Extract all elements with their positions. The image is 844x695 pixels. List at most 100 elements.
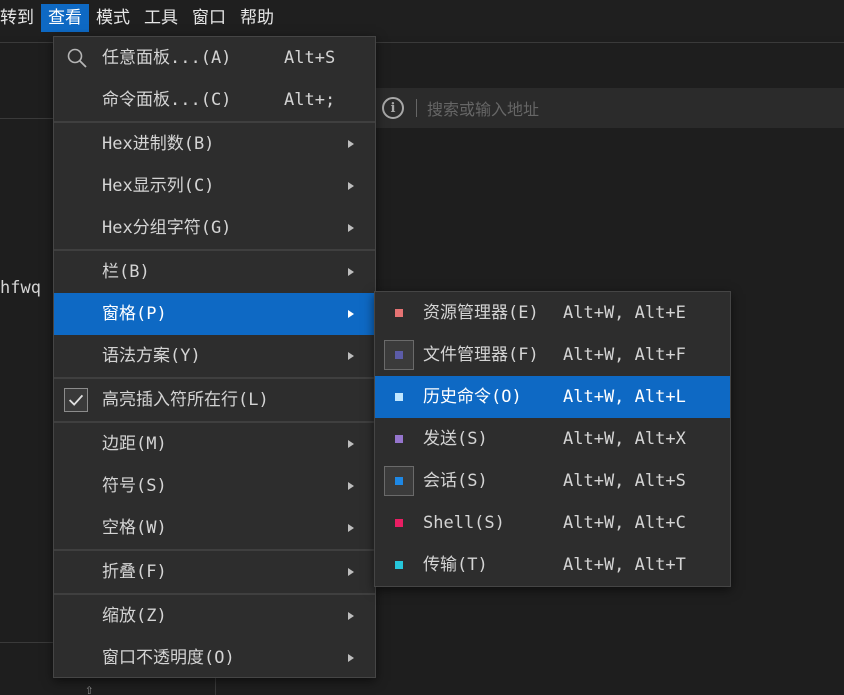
menu-item-any-panel[interactable]: 任意面板...(A) Alt+S [54, 37, 375, 79]
chevron-right-icon [348, 140, 354, 148]
menu-goto[interactable]: 转到 [0, 4, 41, 32]
submenu-item-label: 历史命令(O) [423, 387, 522, 407]
submenu-item-explorer[interactable]: 资源管理器(E) Alt+W, Alt+E [375, 292, 730, 334]
menu-item-bars[interactable]: 栏(B) [54, 251, 375, 293]
menu-item-label: 空格(W) [102, 518, 167, 538]
check-icon [68, 394, 84, 406]
submenu-item-shortcut: Alt+W, Alt+S [563, 471, 686, 491]
chevron-right-icon [348, 482, 354, 490]
pane-color-dot [395, 519, 403, 527]
submenu-item-label: 发送(S) [423, 429, 488, 449]
menu-mode[interactable]: 模式 [89, 4, 137, 32]
pane-color-dot [395, 393, 403, 401]
menu-view[interactable]: 查看 [41, 4, 89, 32]
menu-item-label: Hex进制数(B) [102, 134, 215, 154]
menu-item-hex-group-char[interactable]: Hex分组字符(G) [54, 207, 375, 249]
pane-icon [384, 508, 414, 538]
menu-window[interactable]: 窗口 [185, 4, 233, 32]
pane-icon [384, 298, 414, 328]
submenu-item-transfer[interactable]: 传输(T) Alt+W, Alt+T [375, 544, 730, 586]
menu-tools[interactable]: 工具 [137, 4, 185, 32]
submenu-item-send[interactable]: 发送(S) Alt+W, Alt+X [375, 418, 730, 460]
menu-item-symbols[interactable]: 符号(S) [54, 465, 375, 507]
menu-item-label: 窗口不透明度(O) [102, 648, 235, 668]
menu-item-hex-base[interactable]: Hex进制数(B) [54, 123, 375, 165]
divider [0, 642, 53, 643]
menu-item-whitespace[interactable]: 空格(W) [54, 507, 375, 549]
pane-color-dot [395, 477, 403, 485]
toolbar-icons: ⇧ [85, 682, 93, 695]
chevron-right-icon [348, 654, 354, 662]
address-separator [416, 99, 417, 117]
submenu-item-session[interactable]: 会话(S) Alt+W, Alt+S [375, 460, 730, 502]
pane-icon [384, 340, 414, 370]
menu-item-label: 命令面板...(C) [102, 90, 232, 110]
submenu-item-file-manager[interactable]: 文件管理器(F) Alt+W, Alt+F [375, 334, 730, 376]
upload-icon[interactable]: ⇧ [85, 682, 93, 695]
info-icon[interactable]: i [382, 97, 404, 119]
menu-item-label: 任意面板...(A) [102, 48, 232, 68]
menu-item-window-opacity[interactable]: 窗口不透明度(O) [54, 637, 375, 679]
chevron-right-icon [348, 224, 354, 232]
submenu-item-shell[interactable]: Shell(S) Alt+W, Alt+C [375, 502, 730, 544]
menubar: 转到 查看 模式 工具 窗口 帮助 [0, 0, 844, 36]
address-input[interactable]: 搜索或输入地址 [427, 96, 539, 120]
submenu-item-shortcut: Alt+W, Alt+X [563, 429, 686, 449]
submenu-item-label: 传输(T) [423, 555, 488, 575]
panes-submenu: 资源管理器(E) Alt+W, Alt+E 文件管理器(F) Alt+W, Al… [374, 291, 731, 587]
submenu-item-label: 资源管理器(E) [423, 303, 539, 323]
chevron-right-icon [348, 568, 354, 576]
pane-color-dot [395, 351, 403, 359]
menu-help[interactable]: 帮助 [233, 4, 281, 32]
menu-item-shortcut: Alt+; [284, 90, 336, 110]
terminal-text: hfwq [0, 278, 41, 298]
submenu-item-shortcut: Alt+W, Alt+F [563, 345, 686, 365]
menu-item-label: 语法方案(Y) [102, 346, 201, 366]
menu-item-label: 栏(B) [102, 262, 150, 282]
pane-color-dot [395, 435, 403, 443]
pane-color-dot [395, 561, 403, 569]
menu-item-label: 窗格(P) [102, 304, 167, 324]
search-icon [67, 48, 87, 68]
menu-item-hex-columns[interactable]: Hex显示列(C) [54, 165, 375, 207]
menu-item-label: Hex分组字符(G) [102, 218, 232, 238]
chevron-right-icon [348, 352, 354, 360]
menu-item-highlight-caret-line[interactable]: 高亮插入符所在行(L) [54, 379, 375, 421]
submenu-item-shortcut: Alt+W, Alt+C [563, 513, 686, 533]
pane-icon [384, 550, 414, 580]
menu-item-shortcut: Alt+S [284, 48, 336, 68]
menu-item-label: 高亮插入符所在行(L) [102, 390, 269, 410]
menu-item-folding[interactable]: 折叠(F) [54, 551, 375, 593]
submenu-item-history[interactable]: 历史命令(O) Alt+W, Alt+L [375, 376, 730, 418]
submenu-item-shortcut: Alt+W, Alt+T [563, 555, 686, 575]
menu-item-label: 边距(M) [102, 434, 167, 454]
submenu-item-shortcut: Alt+W, Alt+E [563, 303, 686, 323]
divider [0, 118, 53, 119]
chevron-right-icon [348, 268, 354, 276]
menu-item-syntax-scheme[interactable]: 语法方案(Y) [54, 335, 375, 377]
address-bar[interactable]: i 搜索或输入地址 [375, 88, 844, 128]
menu-item-label: 符号(S) [102, 476, 167, 496]
menu-item-label: Hex显示列(C) [102, 176, 215, 196]
pane-icon [384, 382, 414, 412]
menu-item-zoom[interactable]: 缩放(Z) [54, 595, 375, 637]
chevron-right-icon [348, 182, 354, 190]
view-menu: 任意面板...(A) Alt+S 命令面板...(C) Alt+; Hex进制数… [53, 36, 376, 678]
app-window: 转到 查看 模式 工具 窗口 帮助 i 搜索或输入地址 hfwq ⇧ 任意面板.… [0, 0, 844, 695]
menu-item-panes[interactable]: 窗格(P) [54, 293, 375, 335]
menu-item-margins[interactable]: 边距(M) [54, 423, 375, 465]
pane-color-dot [395, 309, 403, 317]
submenu-item-label: 会话(S) [423, 471, 488, 491]
checkbox[interactable] [64, 388, 88, 412]
menu-item-command-panel[interactable]: 命令面板...(C) Alt+; [54, 79, 375, 121]
submenu-item-label: 文件管理器(F) [423, 345, 539, 365]
chevron-right-icon [348, 440, 354, 448]
pane-icon [384, 424, 414, 454]
chevron-right-icon [348, 612, 354, 620]
chevron-right-icon [348, 524, 354, 532]
submenu-item-label: Shell(S) [423, 513, 505, 533]
menu-item-label: 折叠(F) [102, 562, 167, 582]
menu-item-label: 缩放(Z) [102, 606, 167, 626]
chevron-right-icon [348, 310, 354, 318]
divider [215, 678, 216, 695]
